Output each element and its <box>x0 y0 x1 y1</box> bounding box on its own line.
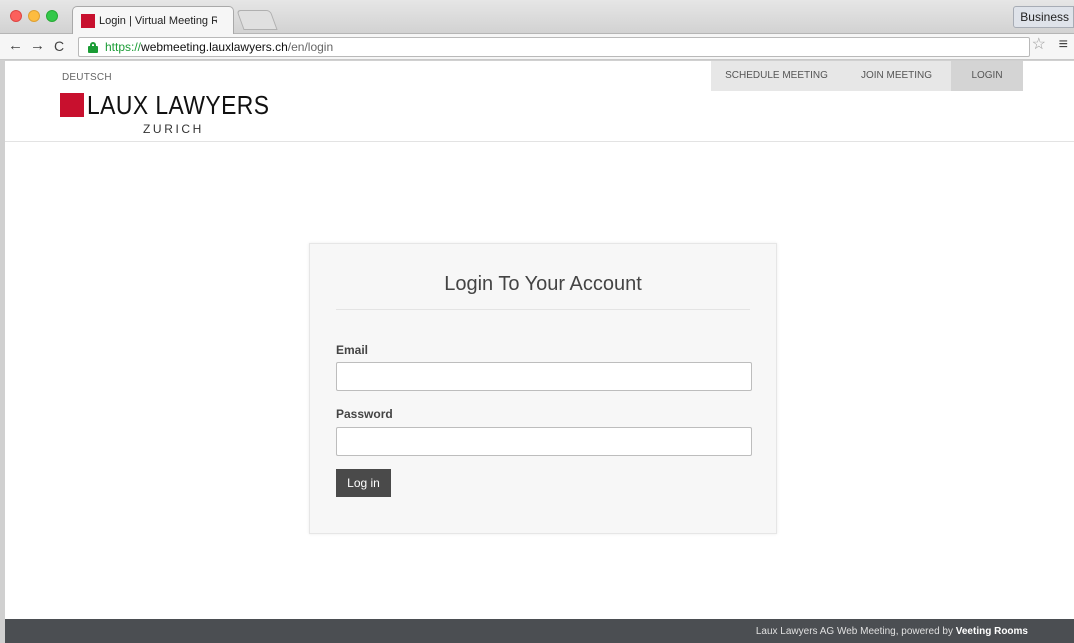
footer-veeting-link[interactable]: Veeting Rooms <box>956 626 1028 637</box>
nav-join-meeting[interactable]: JOIN MEETING <box>842 61 951 91</box>
footer-text: Laux Lawyers AG Web Meeting, powered by … <box>756 625 1028 639</box>
title-divider <box>336 309 750 310</box>
footer-caption: Laux Lawyers AG Web Meeting, powered by <box>755 626 956 637</box>
reload-icon[interactable]: C <box>54 37 64 55</box>
language-switch-link[interactable]: DEUTSCH <box>62 72 112 83</box>
back-arrow-icon[interactable]: ← <box>8 37 23 55</box>
page-viewport: DEUTSCH LAUX LAWYERS ZURICH SCHEDULE MEE… <box>5 61 1074 643</box>
address-url: https://webmeeting.lauxlawyers.ch/en/log… <box>105 40 333 55</box>
address-bar[interactable]: https://webmeeting.lauxlawyers.ch/en/log… <box>78 37 1030 57</box>
password-field[interactable] <box>336 427 752 456</box>
tab-title: Login | Virtual Meeting Roo <box>99 15 217 27</box>
favicon-icon <box>81 14 95 28</box>
url-scheme: https:// <box>105 40 142 54</box>
email-field[interactable] <box>336 362 752 391</box>
forward-arrow-icon[interactable]: → <box>30 37 45 55</box>
password-label: Password <box>336 407 393 421</box>
window-minimize-button[interactable] <box>28 10 40 22</box>
new-tab-button[interactable] <box>236 10 278 30</box>
site-logo[interactable]: LAUX LAWYERS ZURICH <box>60 90 280 140</box>
browser-menu-icon[interactable]: ≡ <box>1059 36 1068 54</box>
lock-icon <box>88 42 98 53</box>
nav-schedule-meeting[interactable]: SCHEDULE MEETING <box>711 61 842 91</box>
profile-button[interactable]: Business <box>1013 6 1074 28</box>
browser-tab-active[interactable]: Login | Virtual Meeting Roo <box>72 6 234 34</box>
email-label: Email <box>336 343 369 357</box>
nav-login[interactable]: LOGIN <box>951 61 1023 91</box>
main-nav: SCHEDULE MEETING JOIN MEETING LOGIN <box>711 61 1023 91</box>
browser-titlebar: Login | Virtual Meeting Roo Business <box>0 0 1074 34</box>
url-path: /en/login <box>287 40 334 54</box>
logo-square-icon <box>60 93 84 117</box>
logo-city: ZURICH <box>143 122 204 136</box>
site-header: DEUTSCH LAUX LAWYERS ZURICH SCHEDULE MEE… <box>5 61 1074 142</box>
login-card: Login To Your Account Email Password Log… <box>309 243 777 534</box>
window-maximize-button[interactable] <box>46 10 58 22</box>
url-host: webmeeting.lauxlawyers.ch <box>141 40 288 54</box>
bookmark-star-icon[interactable]: ☆ <box>1032 36 1046 54</box>
logo-name: LAUX LAWYERS <box>87 90 270 120</box>
site-footer: Laux Lawyers AG Web Meeting, powered by … <box>5 619 1074 643</box>
window-close-button[interactable] <box>10 10 22 22</box>
login-title: Login To Your Account <box>444 273 642 295</box>
login-button[interactable]: Log in <box>336 469 391 497</box>
browser-toolbar: ← → C https://webmeeting.lauxlawyers.ch/… <box>0 34 1074 60</box>
